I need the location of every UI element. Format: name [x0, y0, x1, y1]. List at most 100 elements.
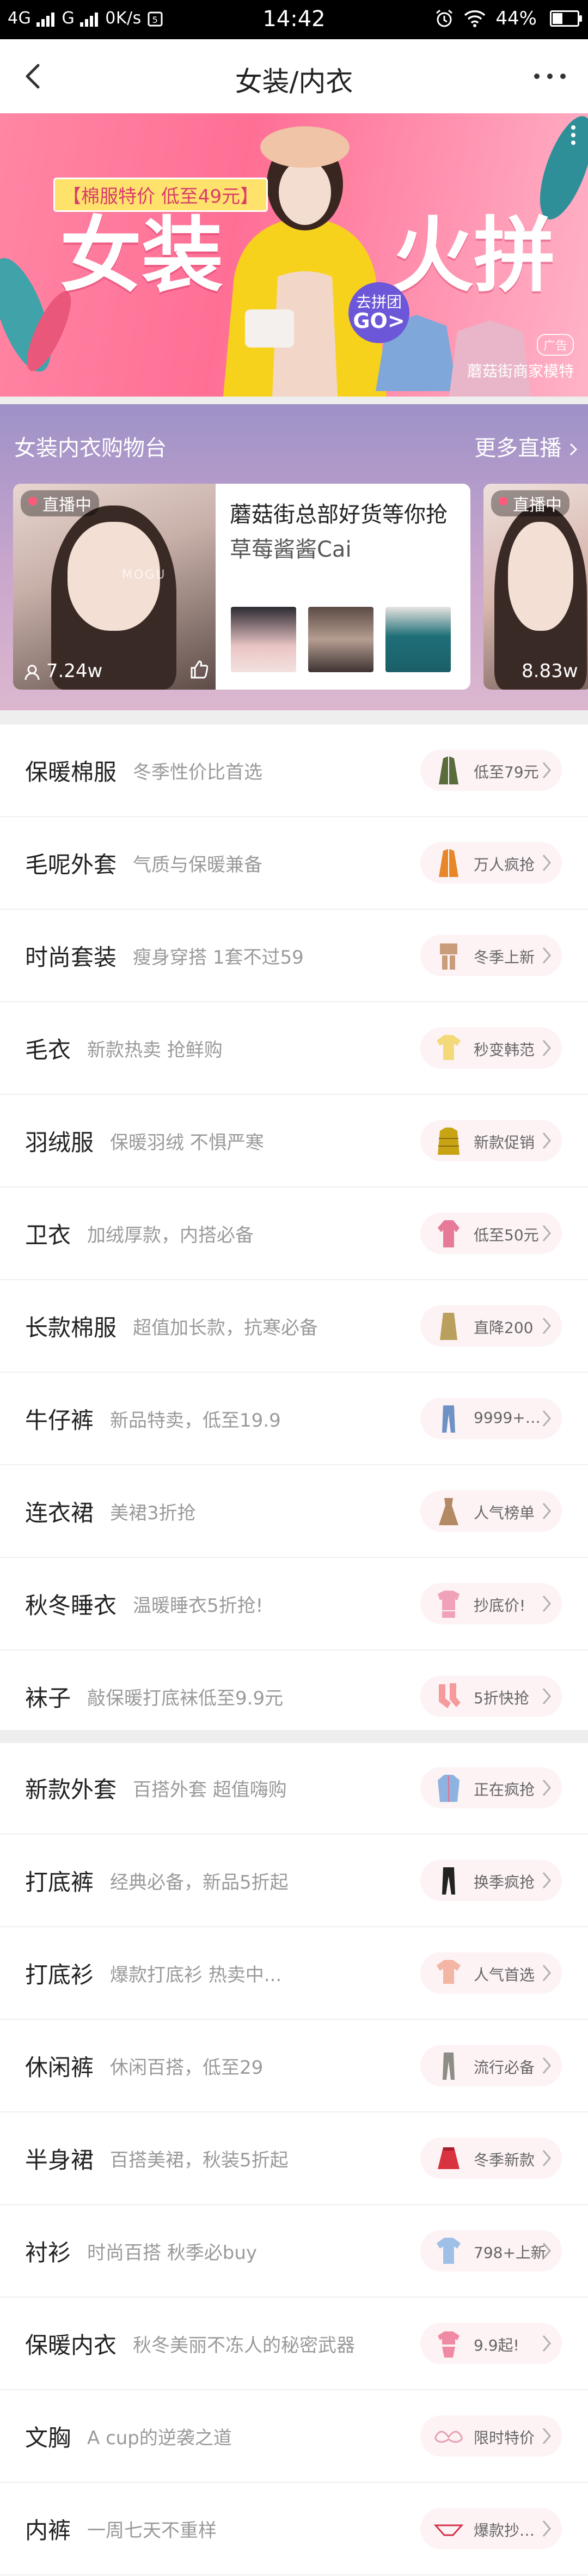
more-live-link[interactable]: 更多直播 [474, 430, 578, 462]
category-description: 经典必备，新品5折起 [110, 1872, 289, 1893]
more-options-icon[interactable] [528, 60, 572, 93]
banner-headline-right: 火拼 [392, 208, 556, 303]
live-thumbnail: MOGU 直播中 7.24w [13, 484, 216, 690]
jeans-icon [442, 1405, 455, 1433]
category-tag-pill[interactable]: 低至79元 [420, 750, 562, 791]
category-row[interactable]: 秋冬睡衣 温暖睡衣5折抢! 抄底价! [0, 1558, 588, 1651]
category-tag-pill[interactable]: 新款促销 [420, 1120, 562, 1161]
chevron-right-icon [542, 1503, 551, 1519]
category-row[interactable]: 内裤 一周七天不重样 爆款抄… [0, 2483, 588, 2575]
category-row[interactable]: 打底裤 经典必备，新品5折起 换季疯抢 [0, 1835, 588, 1927]
leggings-icon [442, 1867, 455, 1895]
category-row[interactable]: 保暖棉服 冬季性价比首选 低至79元 [0, 724, 588, 817]
category-row[interactable]: 时尚套装 瘦身穿搭 1套不过59 冬季上新 [0, 910, 588, 1002]
category-tag-pill[interactable]: 人气首选 [420, 1952, 562, 1994]
category-tag-pill[interactable]: 9999+… [420, 1398, 562, 1439]
category-row[interactable]: 袜子 敲保暖打底袜低至9.9元 5折快抢 [0, 1651, 588, 1743]
promo-banner[interactable]: 【棉服特价 低至49元】 女装 火拼 去拼团 GO> 广告 蘑菇街商家模特 [0, 113, 588, 397]
banner-more-icon[interactable] [571, 124, 576, 146]
category-name: 时尚套装 [25, 944, 117, 971]
underwear-icon [433, 2524, 464, 2536]
coat-icon [439, 756, 458, 784]
category-row[interactable]: 文胸 A cup的逆袭之道 限时特价 [0, 2390, 588, 2483]
model-illustration [223, 126, 387, 397]
category-name: 牛仔裤 [25, 1407, 94, 1434]
category-tag-pill[interactable]: 冬季上新 [420, 935, 562, 976]
go-line2: GO> [353, 309, 405, 333]
category-tag-pill[interactable]: 万人疯抢 [420, 842, 562, 884]
chevron-right-icon [542, 1872, 551, 1889]
category-description: 百搭美裙，秋装5折起 [110, 2149, 289, 2171]
category-row[interactable]: 牛仔裤 新品特卖，低至19.9 9999+… [0, 1373, 588, 1465]
category-description: 超值加长款，抗寒必备 [133, 1317, 318, 1339]
category-tag-pill[interactable]: 人气榜单 [420, 1490, 562, 1532]
pink-jacket-illustration [449, 320, 531, 397]
alarm-icon [436, 9, 453, 27]
category-name: 连衣裙 [25, 1500, 94, 1526]
live-thumbnail: 直播中 8.83w [483, 484, 588, 690]
category-tag-pill[interactable]: 正在疯抢 [420, 1767, 562, 1808]
socks-icon [439, 1683, 461, 1708]
category-tag-pill[interactable]: 5折快抢 [420, 1676, 562, 1717]
category-tag-label: 9.9起! [474, 2336, 519, 2354]
live-badge: 直播中 [21, 490, 99, 516]
category-tag-pill[interactable]: 冬季新款 [420, 2137, 562, 2179]
category-tag-label: 万人疯抢 [474, 856, 535, 874]
category-description: 温暖睡衣5折抢! [133, 1595, 264, 1617]
category-row[interactable]: 毛衣 新款热卖 抢鲜购 秒变韩范 [0, 1002, 588, 1095]
category-tag-pill[interactable]: 抄底价! [420, 1583, 562, 1624]
category-name: 新款外套 [25, 1776, 117, 1803]
live-card[interactable]: MOGU 直播中 7.24w 蘑菇街总部好货等你抢 草莓酱酱Cai [13, 484, 470, 690]
category-tag-pill[interactable]: 限时特价 [420, 2415, 562, 2457]
product-thumbnail[interactable] [385, 607, 451, 672]
category-description: 新品特卖，低至19.9 [110, 1410, 281, 1432]
category-tag-pill[interactable]: 直降200 [420, 1305, 562, 1347]
nav-bar: 女装/内衣 [0, 39, 588, 114]
chevron-right-icon [542, 947, 551, 964]
category-row[interactable]: 卫衣 加绒厚款，内搭必备 低至50元 [0, 1187, 588, 1280]
live-card[interactable]: 直播中 8.83w [483, 484, 588, 690]
category-row[interactable]: 半身裙 百搭美裙，秋装5折起 冬季新款 [0, 2112, 588, 2205]
product-thumbnail[interactable] [308, 607, 373, 672]
more-live-label: 更多直播 [474, 436, 562, 461]
chevron-right-icon [542, 2243, 551, 2259]
category-tag-pill[interactable]: 9.9起! [420, 2323, 562, 2364]
category-description: 美裙3折抢 [110, 1502, 196, 1524]
category-row[interactable]: 长款棉服 超值加长款，抗寒必备 直降200 [0, 1280, 588, 1373]
category-tag-label: 冬季上新 [474, 948, 535, 966]
product-thumbnail[interactable] [231, 607, 296, 672]
category-name: 打底裤 [25, 1869, 94, 1896]
category-tag-label: 798+上新 [474, 2244, 546, 2262]
category-row[interactable]: 衬衫 时尚百搭 秋季必buy 798+上新 [0, 2205, 588, 2298]
shirt-icon [437, 2238, 461, 2264]
category-tag-pill[interactable]: 爆款抄… [420, 2508, 562, 2549]
watermark: MOGU [122, 568, 167, 582]
category-row[interactable]: 连衣裙 美裙3折抢 人气榜单 [0, 1465, 588, 1558]
viewer-count: 8.83w [522, 660, 578, 682]
category-tag-pill[interactable]: 798+上新 [420, 2230, 562, 2271]
coat-icon [439, 849, 458, 877]
category-row[interactable]: 打底衫 爆款打底衫 热卖中... 人气首选 [0, 1927, 588, 2020]
category-tag-pill[interactable]: 流行必备 [420, 2045, 562, 2086]
jacket-icon [438, 1775, 460, 1802]
chevron-right-icon [542, 2150, 551, 2166]
host-face [508, 522, 573, 631]
live-products [231, 607, 451, 672]
banner-go-button[interactable]: 去拼团 GO> [348, 282, 409, 343]
chevron-right-icon [542, 1780, 551, 1796]
system-icons: 44% [434, 8, 582, 29]
category-row[interactable]: 休闲裤 休闲百搭，低至29 流行必备 [0, 2020, 588, 2112]
category-tag-pill[interactable]: 换季疯抢 [420, 1860, 562, 1901]
category-description: 新款热卖 抢鲜购 [87, 1039, 223, 1061]
category-row[interactable]: 羽绒服 保暖羽绒 不惧严寒 新款促销 [0, 1095, 588, 1187]
category-tag-pill[interactable]: 秒变韩范 [420, 1027, 562, 1069]
category-name: 秋冬睡衣 [25, 1592, 117, 1619]
page-title: 女装/内衣 [235, 66, 353, 98]
category-row[interactable]: 新款外套 百搭外套 超值嗨购 正在疯抢 [0, 1742, 588, 1835]
category-row[interactable]: 保暖内衣 秋冬美丽不冻人的秘密武器 9.9起! [0, 2298, 588, 2390]
chevron-right-icon [542, 762, 551, 778]
category-tag-pill[interactable]: 低至50元 [420, 1213, 562, 1254]
category-row[interactable]: 毛呢外套 气质与保暖兼备 万人疯抢 [0, 817, 588, 910]
category-tag-label: 低至79元 [474, 763, 539, 781]
like-icon [191, 660, 208, 679]
